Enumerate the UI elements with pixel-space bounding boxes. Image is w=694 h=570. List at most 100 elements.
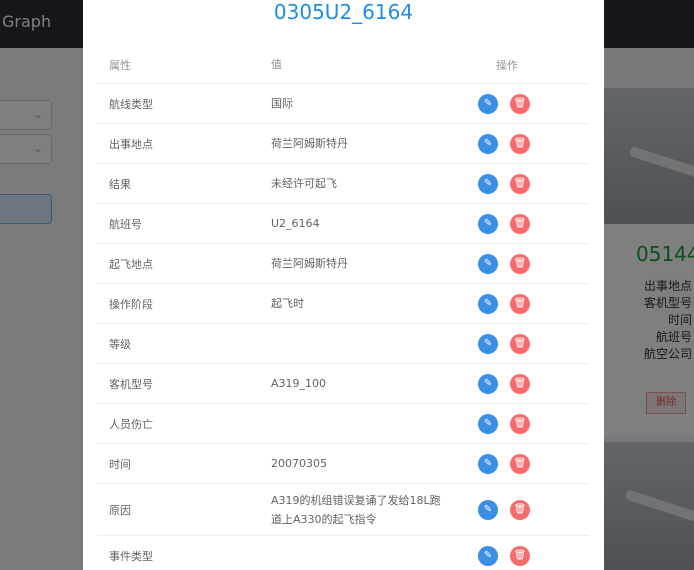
delete-button[interactable]: 🗑 (510, 499, 530, 520)
trash-icon: 🗑 (513, 218, 527, 229)
edit-pencil-icon: ✎ (483, 218, 493, 229)
delete-button[interactable]: 🗑 (510, 293, 530, 314)
trash-icon: 🗑 (513, 418, 527, 429)
delete-button[interactable]: 🗑 (510, 333, 530, 354)
value-cell: 起飞时 (271, 297, 304, 310)
trash-icon: 🗑 (513, 378, 527, 389)
delete-button[interactable]: 🗑 (510, 253, 530, 274)
trash-icon: 🗑 (513, 550, 527, 561)
row-actions: ✎ 🗑 (478, 124, 542, 163)
value-cell (271, 324, 451, 363)
row-actions: ✎ 🗑 (478, 284, 542, 323)
row-actions: ✎ 🗑 (478, 204, 542, 243)
attribute-table: 属性 值 操作 航线类型 国际 ✎ 🗑 出事地点 荷兰阿姆斯特丹 ✎ 🗑 结果 未经许可起飞 ✎ 🗑 航… (97, 46, 589, 570)
delete-button[interactable]: 🗑 (510, 413, 530, 434)
trash-icon: 🗑 (513, 178, 527, 189)
value-cell: 未经许可起飞 (271, 177, 337, 190)
row-actions: ✎ 🗑 (478, 444, 542, 483)
edit-pencil-icon: ✎ (483, 550, 493, 561)
edit-button[interactable]: ✎ (478, 333, 498, 354)
trash-icon: 🗑 (513, 298, 527, 309)
property-cell: 原因 (109, 503, 131, 517)
trash-icon: 🗑 (513, 504, 527, 515)
value-cell (271, 536, 451, 570)
edit-button[interactable]: ✎ (478, 293, 498, 314)
edit-button[interactable]: ✎ (478, 213, 498, 234)
edit-pencil-icon: ✎ (483, 98, 493, 109)
edit-pencil-icon: ✎ (483, 504, 493, 515)
trash-icon: 🗑 (513, 138, 527, 149)
table-header-row: 属性 值 操作 (97, 46, 589, 84)
property-cell: 操作阶段 (109, 297, 153, 311)
edit-pencil-icon: ✎ (483, 138, 493, 149)
edit-button[interactable]: ✎ (478, 545, 498, 566)
property-cell: 事件类型 (109, 549, 153, 563)
table-row: 原因 A319的机组错误复诵了发给18L跑道上A330的起飞指令 ✎ 🗑 (97, 484, 589, 536)
property-cell: 出事地点 (109, 137, 153, 151)
edit-button[interactable]: ✎ (478, 453, 498, 474)
edit-button[interactable]: ✎ (478, 93, 498, 114)
trash-icon: 🗑 (513, 458, 527, 469)
property-cell: 航班号 (109, 217, 142, 231)
edit-button[interactable]: ✎ (478, 413, 498, 434)
table-body: 航线类型 国际 ✎ 🗑 出事地点 荷兰阿姆斯特丹 ✎ 🗑 结果 未经许可起飞 ✎ 🗑 航班号 U2_616… (97, 84, 589, 570)
row-actions: ✎ 🗑 (478, 484, 542, 535)
delete-button[interactable]: 🗑 (510, 453, 530, 474)
row-actions: ✎ 🗑 (478, 536, 542, 570)
table-row: 起飞地点 荷兰阿姆斯特丹 ✎ 🗑 (97, 244, 589, 284)
edit-pencil-icon: ✎ (483, 298, 493, 309)
row-actions: ✎ 🗑 (478, 364, 542, 403)
value-cell: A319_100 (271, 377, 327, 390)
edit-pencil-icon: ✎ (483, 378, 493, 389)
property-cell: 客机型号 (109, 377, 153, 391)
delete-button[interactable]: 🗑 (510, 213, 530, 234)
property-cell: 起飞地点 (109, 257, 153, 271)
detail-modal: 0305U2_6164 属性 值 操作 航线类型 国际 ✎ 🗑 出事地点 荷兰阿姆斯特丹 ✎… (83, 0, 604, 570)
table-row: 航班号 U2_6164 ✎ 🗑 (97, 204, 589, 244)
edit-button[interactable]: ✎ (478, 133, 498, 154)
table-row: 客机型号 A319_100 ✎ 🗑 (97, 364, 589, 404)
table-row: 事件类型 ✎ 🗑 (97, 536, 589, 570)
trash-icon: 🗑 (513, 338, 527, 349)
value-cell: U2_6164 (271, 217, 320, 230)
edit-pencil-icon: ✎ (483, 178, 493, 189)
table-row: 操作阶段 起飞时 ✎ 🗑 (97, 284, 589, 324)
delete-button[interactable]: 🗑 (510, 373, 530, 394)
value-cell (271, 404, 451, 443)
row-actions: ✎ 🗑 (478, 244, 542, 283)
property-cell: 人员伤亡 (109, 417, 153, 431)
property-cell: 结果 (109, 177, 131, 191)
delete-button[interactable]: 🗑 (510, 173, 530, 194)
table-row: 结果 未经许可起飞 ✎ 🗑 (97, 164, 589, 204)
table-row: 航线类型 国际 ✎ 🗑 (97, 84, 589, 124)
property-cell: 航线类型 (109, 97, 153, 111)
trash-icon: 🗑 (513, 98, 527, 109)
row-actions: ✎ 🗑 (478, 324, 542, 363)
property-cell: 时间 (109, 457, 131, 471)
header-property: 属性 (109, 58, 131, 72)
edit-pencil-icon: ✎ (483, 418, 493, 429)
table-row: 出事地点 荷兰阿姆斯特丹 ✎ 🗑 (97, 124, 589, 164)
row-actions: ✎ 🗑 (478, 404, 542, 443)
delete-button[interactable]: 🗑 (510, 93, 530, 114)
header-value: 值 (271, 58, 282, 71)
delete-button[interactable]: 🗑 (510, 545, 530, 566)
row-actions: ✎ 🗑 (478, 164, 542, 203)
value-cell: 荷兰阿姆斯特丹 (271, 257, 348, 270)
value-cell: 国际 (271, 97, 293, 110)
edit-button[interactable]: ✎ (478, 253, 498, 274)
delete-button[interactable]: 🗑 (510, 133, 530, 154)
property-cell: 等级 (109, 337, 131, 351)
value-cell: A319的机组错误复诵了发给18L跑道上A330的起飞指令 (271, 493, 441, 526)
edit-button[interactable]: ✎ (478, 373, 498, 394)
edit-pencil-icon: ✎ (483, 258, 493, 269)
table-row: 时间 20070305 ✎ 🗑 (97, 444, 589, 484)
table-row: 人员伤亡 ✎ 🗑 (97, 404, 589, 444)
modal-title: 0305U2_6164 (273, 0, 414, 24)
edit-pencil-icon: ✎ (483, 338, 493, 349)
value-cell: 荷兰阿姆斯特丹 (271, 137, 348, 150)
header-action: 操作 (496, 58, 518, 72)
edit-button[interactable]: ✎ (478, 173, 498, 194)
edit-button[interactable]: ✎ (478, 499, 498, 520)
value-cell: 20070305 (271, 457, 327, 470)
